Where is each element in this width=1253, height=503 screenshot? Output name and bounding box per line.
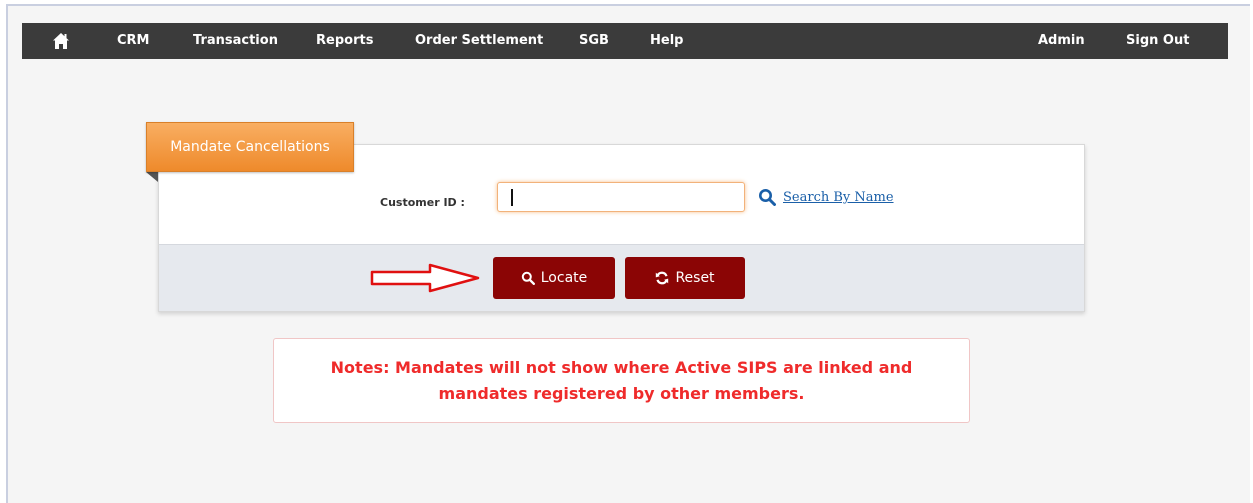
reset-button[interactable]: Reset [625, 257, 745, 299]
search-by-name-link[interactable]: Search By Name [783, 190, 894, 205]
customer-id-input[interactable] [497, 182, 745, 212]
customer-id-label: Customer ID : [380, 196, 465, 209]
nav-item-transaction[interactable]: Transaction [193, 23, 278, 59]
text-caret [511, 189, 513, 206]
tab-fold-decoration [146, 172, 158, 182]
nav-item-admin[interactable]: Admin [1038, 23, 1085, 59]
locate-button[interactable]: Locate [493, 257, 615, 299]
nav-item-help[interactable]: Help [650, 23, 683, 59]
nav-item-sgb[interactable]: SGB [579, 23, 609, 59]
search-icon[interactable] [758, 188, 776, 206]
refresh-icon [656, 271, 669, 285]
nav-item-order-settlement[interactable]: Order Settlement [415, 23, 543, 59]
notes-box: Notes: Mandates will not show where Acti… [273, 338, 970, 423]
nav-item-sign-out[interactable]: Sign Out [1126, 23, 1189, 59]
nav-item-crm[interactable]: CRM [117, 23, 150, 59]
panel-title-tab: Mandate Cancellations [146, 122, 354, 172]
home-icon[interactable] [52, 32, 70, 50]
reset-button-label: Reset [675, 270, 715, 286]
notes-text: Notes: Mandates will not show where Acti… [330, 358, 913, 403]
form-actions-bar [159, 244, 1084, 311]
arrow-right-icon [370, 263, 480, 293]
search-icon [521, 271, 535, 285]
locate-button-label: Locate [540, 270, 588, 286]
top-navbar: CRM Transaction Reports Order Settlement… [22, 23, 1228, 59]
nav-item-reports[interactable]: Reports [316, 23, 373, 59]
